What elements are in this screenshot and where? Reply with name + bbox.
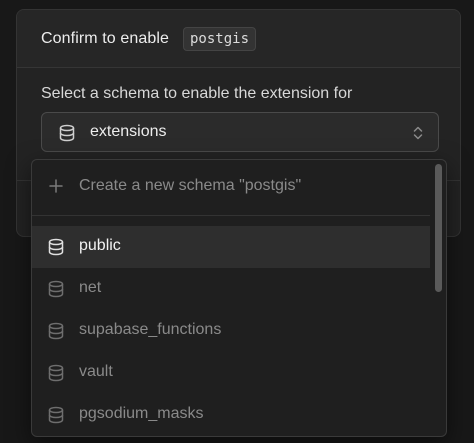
schema-option-supabase-functions[interactable]: supabase_functions — [32, 310, 430, 352]
database-icon — [48, 364, 64, 382]
schema-option-vault[interactable]: vault — [32, 352, 430, 394]
database-icon — [59, 124, 75, 142]
schema-option-public[interactable]: public — [32, 226, 430, 268]
dropdown-scrollbar[interactable] — [433, 163, 443, 433]
plus-icon — [49, 179, 63, 193]
database-icon — [48, 238, 64, 256]
database-icon — [48, 406, 64, 424]
extension-name-badge: postgis — [183, 26, 257, 51]
schema-option-pgsodium-masks[interactable]: pgsodium_masks — [32, 394, 430, 436]
schema-dropdown: Create a new schema "postgis" public net… — [31, 159, 447, 437]
schema-option-label: public — [79, 237, 121, 254]
modal-title: Confirm to enable — [41, 29, 169, 47]
schema-option-label: vault — [79, 363, 113, 380]
scrollbar-thumb[interactable] — [435, 164, 442, 292]
database-icon — [48, 322, 64, 340]
schema-option-label: pgsodium_masks — [79, 405, 204, 422]
schema-option-label: supabase_functions — [79, 321, 222, 338]
create-schema-label: Create a new schema "postgis" — [79, 177, 302, 194]
schema-option-label: net — [79, 279, 102, 296]
schema-select-label: Select a schema to enable the extension … — [41, 85, 353, 102]
select-value: extensions — [90, 123, 167, 140]
chevrons-up-down-icon — [413, 126, 423, 140]
schema-option-net[interactable]: net — [32, 268, 430, 310]
dropdown-divider — [32, 215, 430, 216]
create-schema-option[interactable]: Create a new schema "postgis" — [32, 160, 430, 214]
database-icon — [48, 280, 64, 298]
schema-select[interactable]: extensions — [41, 112, 439, 152]
modal-header: Confirm to enable postgis — [17, 10, 460, 68]
